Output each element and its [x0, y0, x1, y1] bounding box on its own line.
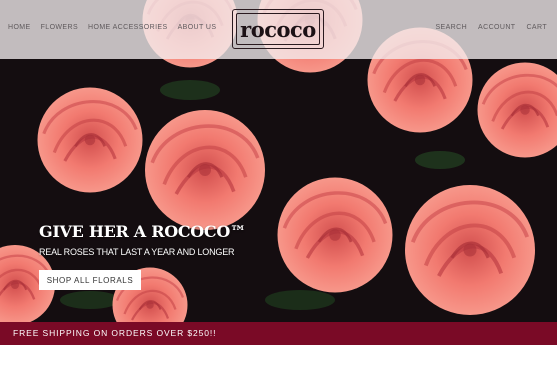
hero-copy: GIVE HER A ROCOCO™ REAL ROSES THAT LAST …: [39, 222, 246, 257]
logo-text: rococo: [240, 16, 316, 42]
hero-title: GIVE HER A ROCOCO™: [39, 222, 246, 241]
cart-link[interactable]: CART: [526, 24, 547, 31]
hero-subtitle: REAL ROSES THAT LAST A YEAR AND LONGER: [39, 247, 235, 257]
free-shipping-banner: FREE SHIPPING ON ORDERS OVER $250!!: [0, 322, 557, 345]
rococo-logo[interactable]: rococo: [232, 9, 324, 49]
nav-about-us-link[interactable]: ABOUT US: [178, 24, 217, 31]
shop-all-florals-button[interactable]: SHOP ALL FLORALS: [39, 270, 141, 290]
nav-home-link[interactable]: HOME: [8, 24, 31, 31]
search-link[interactable]: SEARCH: [435, 24, 467, 31]
nav-flowers-link[interactable]: FLOWERS: [41, 24, 78, 31]
nav-home-accessories-link[interactable]: HOME ACCESSORIES: [88, 24, 168, 31]
site-header: HOME FLOWERS HOME ACCESSORIES ABOUT US r…: [0, 0, 557, 59]
account-link[interactable]: ACCOUNT: [478, 24, 515, 31]
utility-nav: SEARCH ACCOUNT CART: [435, 24, 547, 31]
primary-nav: HOME FLOWERS HOME ACCESSORIES ABOUT US: [8, 24, 216, 31]
